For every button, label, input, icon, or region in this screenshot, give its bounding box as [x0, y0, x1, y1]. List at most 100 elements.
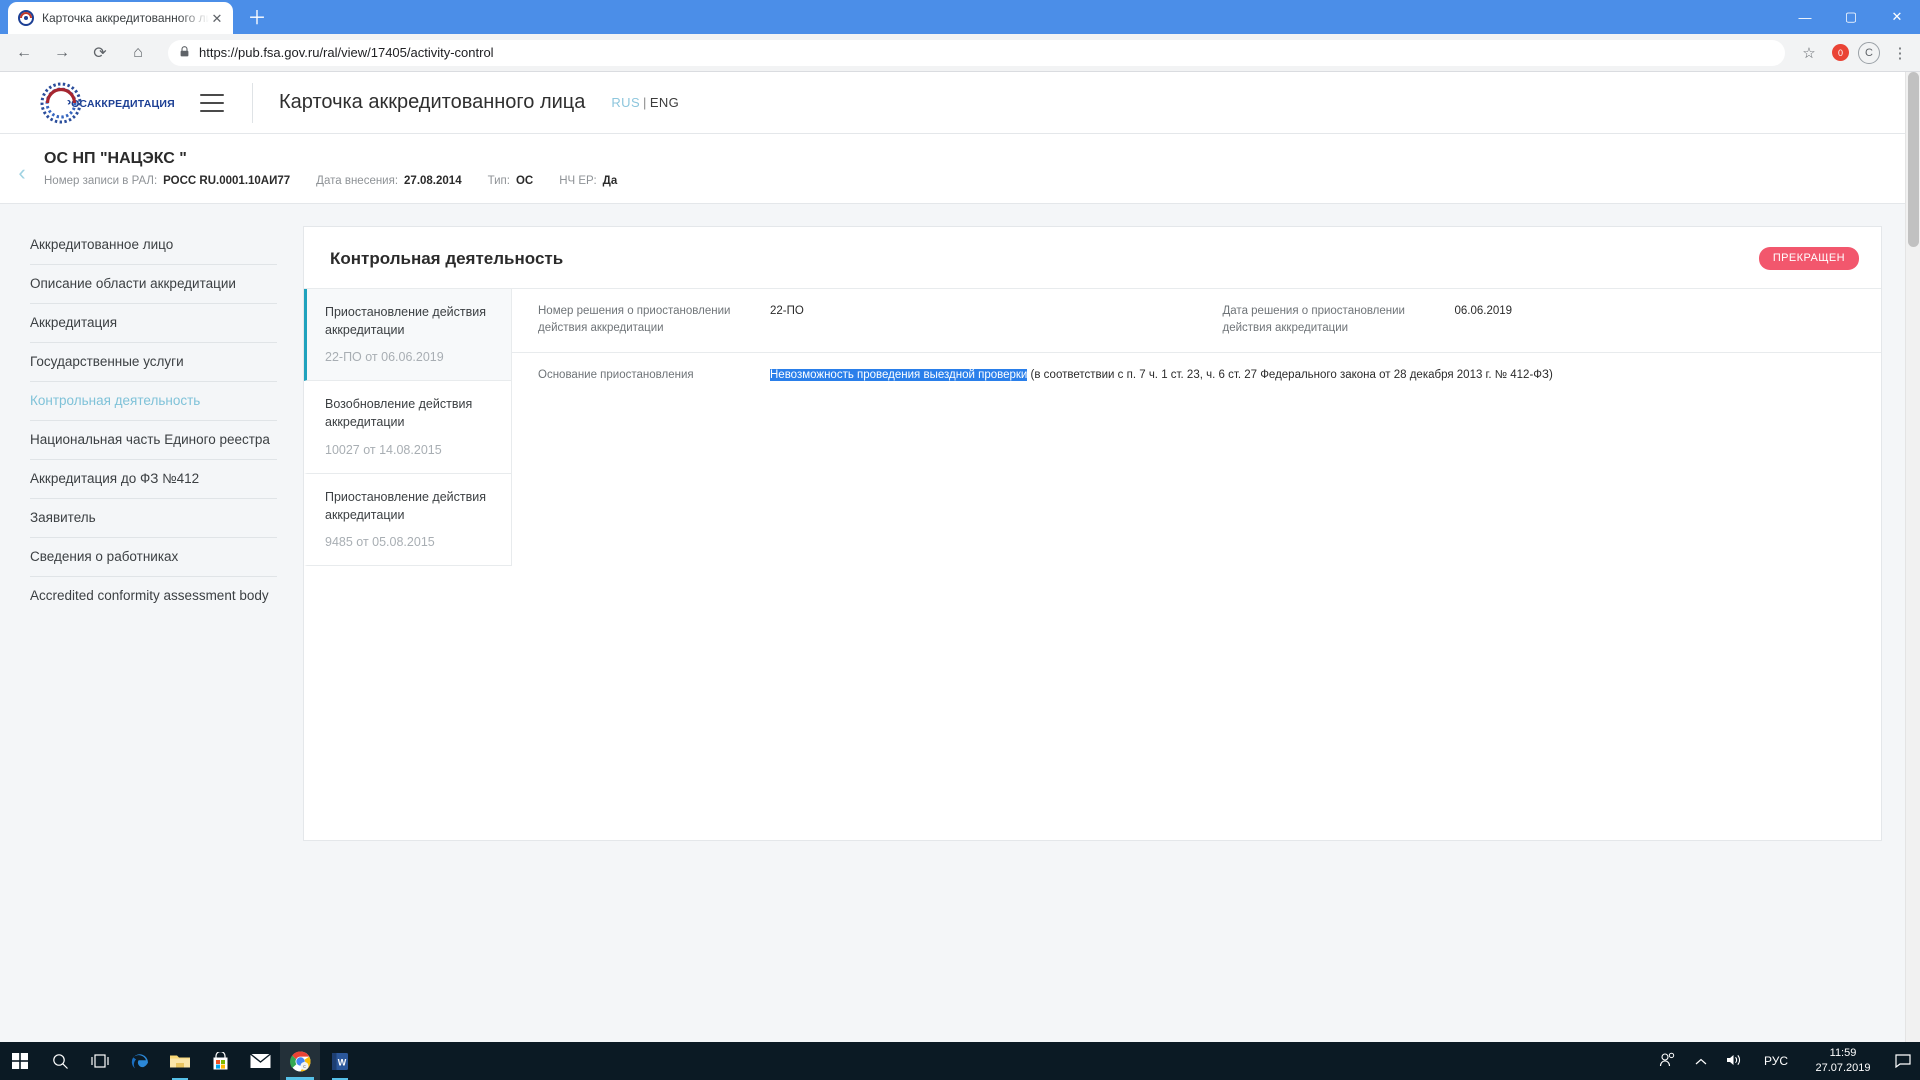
meta-value: ОС [515, 175, 534, 187]
notification-icon[interactable] [1886, 1054, 1920, 1068]
record-title: ОС НП "НАЦЭКС " [44, 150, 187, 167]
sidebar-nav: Аккредитованное лицо Описание области ак… [0, 204, 303, 1042]
page-scrollbar[interactable] [1905, 72, 1920, 1042]
meta-label: НЧ ЕР: [559, 175, 597, 187]
window-controls: — ▢ ✕ [1782, 0, 1920, 34]
start-button[interactable] [0, 1042, 40, 1080]
field-decision-date: Дата решения о приостановлении действия … [1197, 289, 1882, 352]
microsoft-store-button[interactable] [200, 1042, 240, 1080]
browser-menu-icon[interactable]: ⋮ [1890, 44, 1910, 62]
decision-number: 10027 от 14.08.2015 [325, 442, 442, 457]
lang-rus[interactable]: RUS [611, 95, 640, 110]
profile-avatar[interactable]: C [1858, 41, 1880, 64]
home-icon[interactable]: ⌂ [124, 39, 152, 67]
sidebar-item-applicant[interactable]: Заявитель [30, 499, 277, 538]
forward-icon[interactable]: → [48, 39, 76, 67]
meta-label: Номер записи в РАЛ: [44, 175, 158, 187]
field-value: 06.06.2019 [1454, 305, 1513, 317]
sidebar-item-control-activity[interactable]: Контрольная деятельность [30, 382, 277, 421]
chevron-up-icon[interactable] [1684, 1054, 1718, 1069]
field-label: Номер решения о приостановлении действия… [538, 305, 731, 335]
task-view-button[interactable] [80, 1042, 120, 1080]
people-icon[interactable] [1650, 1052, 1684, 1070]
language-switcher[interactable]: RUS | ENG [611, 95, 679, 110]
list-item[interactable]: Приостановление действия аккредитации 94… [304, 474, 511, 566]
field-label: Дата решения о приостановлении действия … [1222, 305, 1405, 335]
extension-badge[interactable]: 0 [1832, 44, 1849, 61]
bookmark-star-icon[interactable]: ☆ [1795, 44, 1823, 62]
decision-name: Приостановление действия аккредитации [325, 489, 487, 522]
page-title: Карточка аккредитованного лица [279, 91, 586, 113]
volume-icon[interactable] [1718, 1053, 1752, 1070]
field-value: Невозможность проведения выездной провер… [770, 367, 1881, 385]
header-divider [252, 82, 253, 123]
field-decision-number: Номер решения о приостановлении действия… [512, 289, 1197, 352]
site-logo[interactable]: РОСАККРЕДИТАЦИЯ [38, 80, 178, 126]
browser-window: Карточка аккредитованного ли ✕ ＋ — ▢ ✕ ←… [0, 0, 1920, 1042]
decision-name: Приостановление действия аккредитации [325, 305, 487, 338]
search-button[interactable] [40, 1042, 80, 1080]
sidebar-item-government-services[interactable]: Государственные услуги [30, 343, 277, 382]
sidebar-item-national-registry[interactable]: Национальная часть Единого реестра [30, 421, 277, 460]
lang-eng[interactable]: ENG [650, 95, 679, 110]
sidebar-item-scope-description[interactable]: Описание области аккредитации [30, 265, 277, 304]
rosakkreditatsiya-favicon [18, 10, 34, 26]
card-title: Контрольная деятельность [330, 248, 564, 268]
card-header: Контрольная деятельность ПРЕКРАЩЕН [304, 227, 1881, 288]
word-button[interactable]: W [320, 1042, 360, 1080]
detail-row-number-date: Номер решения о приостановлении действия… [512, 289, 1881, 353]
list-item[interactable]: Возобновление действия аккредитации 1002… [304, 381, 511, 474]
address-bar[interactable]: https://pub.fsa.gov.ru/ral/view/17405/ac… [168, 39, 1785, 66]
mail-button[interactable] [240, 1042, 280, 1080]
meta-label: Тип: [487, 175, 510, 187]
windows-taskbar: c W РУС 11:59 27.07.2019 [0, 1042, 1920, 1080]
toolbar-right-actions: ☆ 0 C ⋮ [1795, 41, 1910, 64]
reload-icon[interactable]: ⟳ [86, 39, 114, 67]
sidebar-item-employees[interactable]: Сведения о работниках [30, 538, 277, 577]
file-explorer-button[interactable] [160, 1042, 200, 1080]
maximize-icon[interactable]: ▢ [1828, 0, 1874, 34]
field-label: Основание приостановления [538, 368, 694, 381]
selected-text: Невозможность проведения выездной провер… [770, 368, 1028, 381]
decision-number: 9485 от 05.08.2015 [325, 534, 435, 549]
page-body: Аккредитованное лицо Описание области ак… [0, 204, 1920, 1042]
sidebar-item-accreditation[interactable]: Аккредитация [30, 304, 277, 343]
field-value: 22-ПО [770, 305, 804, 317]
close-icon[interactable]: ✕ [209, 10, 225, 26]
new-tab-button[interactable]: ＋ [243, 4, 271, 32]
scrollbar-thumb[interactable] [1908, 72, 1919, 247]
tab-title: Карточка аккредитованного ли [42, 11, 209, 25]
record-header: ‹ ОС НП "НАЦЭКС " Номер записи в РАЛ: РО… [0, 134, 1920, 204]
meta-value: РОСС RU.0001.10АИ77 [163, 175, 291, 187]
site-header: РОСАККРЕДИТАЦИЯ Карточка аккредитованног… [0, 72, 1920, 134]
browser-tab[interactable]: Карточка аккредитованного ли ✕ [8, 2, 233, 34]
back-icon[interactable]: ← [10, 39, 38, 67]
minimize-icon[interactable]: — [1782, 0, 1828, 34]
sidebar-item-accredited-person[interactable]: Аккредитованное лицо [30, 226, 277, 265]
sidebar-item-accredited-conformity-body[interactable]: Accredited conformity assessment body [30, 577, 277, 615]
decision-detail: Номер решения о приостановлении действия… [512, 289, 1881, 566]
language-indicator[interactable]: РУС [1752, 1054, 1800, 1068]
clock[interactable]: 11:59 27.07.2019 [1800, 1046, 1886, 1076]
list-item[interactable]: Приостановление действия аккредитации 22… [304, 289, 511, 382]
decision-list: Приостановление действия аккредитации 22… [304, 289, 512, 566]
control-activity-card: Контрольная деятельность ПРЕКРАЩЕН Приос… [303, 226, 1882, 841]
sidebar-item-accreditation-before-fz412[interactable]: Аккредитация до ФЗ №412 [30, 460, 277, 499]
decision-number: 22-ПО от 06.06.2019 [325, 350, 444, 365]
card-body: Приостановление действия аккредитации 22… [304, 288, 1881, 566]
edge-button[interactable] [120, 1042, 160, 1080]
clock-time: 11:59 [1829, 1047, 1857, 1060]
close-window-icon[interactable]: ✕ [1874, 0, 1920, 34]
rosakkreditatsiya-logo-icon [38, 80, 84, 126]
back-chevron-icon[interactable]: ‹ [0, 148, 44, 186]
field-suspension-reason: Основание приостановления Невозможность … [512, 353, 1881, 399]
meta-value: Да [602, 175, 618, 187]
system-tray: РУС 11:59 27.07.2019 [1650, 1042, 1920, 1080]
chrome-button[interactable]: c [280, 1042, 320, 1080]
burger-line [200, 101, 224, 104]
menu-button[interactable] [200, 93, 224, 112]
address-bar-url: https://pub.fsa.gov.ru/ral/view/17405/ac… [199, 45, 494, 60]
main-content: Контрольная деятельность ПРЕКРАЩЕН Приос… [303, 204, 1920, 1042]
lang-separator: | [643, 95, 647, 110]
clock-date: 27.07.2019 [1815, 1062, 1871, 1074]
